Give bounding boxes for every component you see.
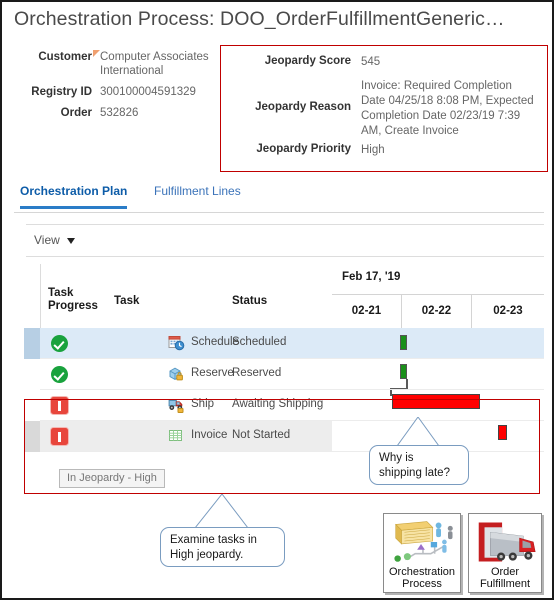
screenshot-frame: Orchestration Process: DOO_OrderFulfillm… (0, 0, 554, 600)
invoice-grid-icon (169, 430, 182, 441)
order-fulfillment-icon (478, 522, 536, 562)
orchestration-process-icon (394, 521, 453, 562)
order-fulfillment-button[interactable]: Order Fulfillment (468, 513, 542, 593)
callout-line-1: Why is (379, 452, 414, 464)
button-line-1: Orchestration (388, 566, 456, 578)
task-status: Not Started (232, 429, 291, 441)
gantt-bar-schedule[interactable] (400, 335, 407, 350)
row-selection-marker (24, 328, 40, 359)
button-line-1: Order (490, 566, 520, 578)
summary-label-order: Order (60, 107, 92, 119)
callout-line-2: shipping late? (379, 467, 450, 479)
jeopardy-score-value: 545 (361, 56, 381, 68)
page-title: Orchestration Process: DOO_OrderFulfillm… (14, 8, 505, 30)
app-window: Orchestration Process: DOO_OrderFulfillm… (2, 2, 552, 598)
jeopardy-panel: Jeopardy Score 545 Jeopardy Reason Invoi… (220, 45, 548, 172)
row-hover-marker (24, 421, 40, 452)
jeopardy-reason-row: Jeopardy Reason Invoice: Required Comple… (221, 79, 547, 139)
tab-orchestration-plan[interactable]: Orchestration Plan (20, 184, 128, 209)
task-status: Awaiting Shipping (232, 398, 324, 410)
jeopardy-priority-value: High (361, 144, 385, 156)
gantt-day-0223: 02-23 (493, 305, 523, 317)
gantt-header: Feb 17, '19 02-21 02-22 02-23 (332, 264, 544, 328)
check-circle-icon (51, 366, 68, 383)
chevron-down-icon (67, 237, 76, 244)
tab-bar: Orchestration Plan Fulfillment Lines (14, 184, 544, 213)
gantt-bar-ship[interactable] (392, 394, 480, 409)
jeopardy-priority-row: Jeopardy Priority High (221, 143, 547, 158)
callout-examine-tasks: Examine tasks in High jeopardy. (160, 527, 285, 567)
jeopardy-alert-icon (51, 428, 68, 445)
jeopardy-reason-value: Invoice: Required Completion Date 04/25/… (361, 80, 534, 137)
calendar-clock-icon (168, 336, 185, 351)
gantt-row-schedule (332, 328, 544, 359)
task-name: Ship (191, 398, 215, 410)
summary-value-order: 532826 (100, 107, 139, 119)
summary-row-order: Order 532826 (12, 106, 224, 120)
jeopardy-alert-icon (51, 397, 68, 414)
gantt-dependency-line-horizontal (390, 387, 407, 389)
view-menu-label: View (34, 233, 60, 247)
gantt-day-0221: 02-21 (332, 295, 402, 328)
orange-flag-icon (93, 50, 100, 57)
task-name: Reserve (191, 367, 234, 379)
column-header-task-progress: Task Progress (48, 287, 98, 312)
jeopardy-priority-label: Jeopardy Priority (256, 143, 351, 155)
gantt-bar-reserve[interactable] (400, 364, 407, 379)
task-status: Reserved (232, 367, 282, 379)
summary-row-customer: Customer Computer Associates Internation… (12, 50, 224, 78)
gantt-day-0222: 02-22 (402, 295, 472, 328)
truck-icon (168, 399, 184, 413)
summary-label-customer: Customer (38, 51, 92, 63)
view-menu-button[interactable]: View (34, 233, 76, 247)
jeopardy-score-row: Jeopardy Score 545 (221, 55, 547, 70)
button-line-2: Fulfillment (479, 578, 531, 590)
tab-fulfillment-lines[interactable]: Fulfillment Lines (154, 184, 241, 206)
orchestration-process-button[interactable]: Orchestration Process (383, 513, 461, 593)
orchestration-process-button-label: Orchestration Process (384, 566, 460, 590)
jeopardy-score-label: Jeopardy Score (264, 55, 351, 67)
task-name: Invoice (191, 429, 228, 441)
task-status: Scheduled (232, 336, 287, 348)
callout-why-is-shipping-late: Why is shipping late? (369, 445, 469, 485)
order-fulfillment-button-label: Order Fulfillment (469, 566, 541, 590)
gantt-row-reserve (332, 359, 544, 390)
jeopardy-tooltip: In Jeopardy - High (59, 469, 165, 488)
column-header-status: Status (232, 295, 268, 307)
gantt-bar-invoice[interactable] (498, 425, 507, 440)
jeopardy-reason-label: Jeopardy Reason (255, 101, 351, 113)
summary-row-registry-id: Registry ID 300100004591329 (12, 85, 224, 99)
table-header: Task Progress Task Status Feb 17, '19 02… (40, 264, 544, 328)
summary-value-customer-text: Computer Associates International (100, 51, 209, 77)
gantt-month-label: Feb 17, '19 (342, 271, 401, 283)
order-summary: Customer Computer Associates Internation… (12, 50, 224, 127)
check-circle-icon (51, 335, 68, 352)
summary-value-registry-id: 300100004591329 (100, 86, 196, 98)
table-toolbar: View (26, 224, 544, 257)
callout-line-2: High jeopardy. (170, 549, 244, 561)
box-lock-icon (169, 367, 183, 381)
summary-value-customer: Computer Associates International (93, 50, 224, 78)
gantt-day-strip: 02-21 02-22 02-23 (332, 294, 544, 328)
column-header-task: Task (114, 295, 140, 307)
summary-label-registry-id: Registry ID (31, 86, 92, 98)
button-line-2: Process (402, 578, 442, 590)
callout-line-1: Examine tasks in (170, 534, 257, 546)
